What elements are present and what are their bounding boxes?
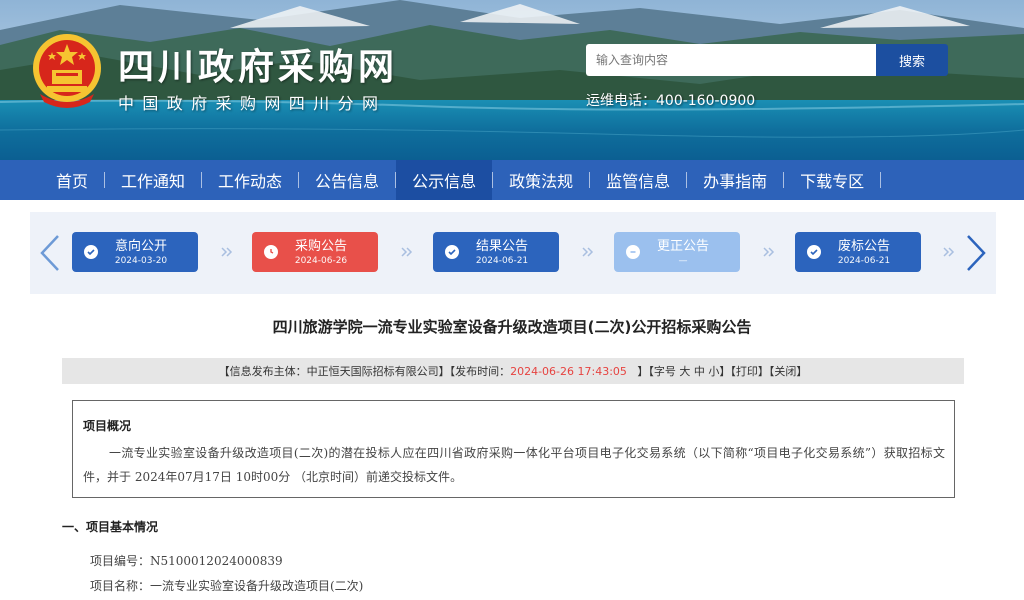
double-chevron-icon: [221, 247, 233, 257]
nav-label: 工作通知: [121, 172, 186, 191]
clock-icon: [264, 245, 278, 259]
step-label: 废标公告: [837, 238, 890, 254]
step-correction-notice[interactable]: 更正公告 —: [614, 232, 740, 272]
step-date: 2024-06-21: [837, 255, 891, 266]
step-date: —: [678, 255, 688, 266]
check-circle-icon: [807, 245, 821, 259]
nav-label: 首页: [56, 172, 89, 191]
step-date: 2024-06-26: [294, 255, 348, 266]
double-chevron-icon: [943, 247, 955, 257]
overview-body: 一流专业实验室设备升级改造项目(二次)的潜在投标人应在四川省政府采购一体化平台项…: [83, 446, 945, 484]
nav-item-announcements[interactable]: 公告信息: [299, 160, 395, 200]
double-chevron-icon: [401, 247, 413, 257]
nav-label: 公告信息: [315, 172, 380, 191]
nav-label: 政策法规: [509, 172, 574, 191]
step-label: 采购公告: [294, 238, 347, 254]
site-title: 四川政府采购网: [118, 47, 399, 88]
nav-item-supervision[interactable]: 监管信息: [590, 160, 686, 200]
step-date: 2024-06-21: [475, 255, 529, 266]
nav-label: 工作动态: [218, 172, 283, 191]
double-chevron-icon: [763, 247, 775, 257]
publisher-info: 【信息发布主体：中正恒天国际招标有限公司】【发布时间：: [218, 365, 511, 378]
overview-heading: 项目概况: [83, 419, 132, 433]
nav-label: 下载专区: [800, 172, 865, 191]
project-overview-box: 项目概况 一流专业实验室设备升级改造项目(二次)的潜在投标人应在四川省政府采购一…: [72, 400, 955, 498]
process-steps: 意向公开 2024-03-20 采购公告 2024-06-26 结果公告 202…: [30, 212, 996, 294]
nav-divider: [880, 172, 882, 188]
chevron-left-icon[interactable]: [38, 234, 62, 272]
chevron-right-icon[interactable]: [964, 234, 988, 272]
main-nav: 首页 工作通知 工作动态 公告信息 公示信息 政策法规 监管信息 办事指南 下载…: [0, 160, 1024, 200]
hotline-text: 运维电话：400-160-0900: [586, 93, 756, 109]
step-cancellation-notice[interactable]: 废标公告 2024-06-21: [795, 232, 921, 272]
step-label: 意向公开: [114, 238, 167, 254]
step-label: 更正公告: [656, 238, 709, 254]
step-result-notice[interactable]: 结果公告 2024-06-21: [433, 232, 559, 272]
check-circle-icon: [445, 245, 459, 259]
article-title: 四川旅游学院一流专业实验室设备升级改造项目(二次)公开招标采购公告: [272, 318, 752, 336]
nav-item-work-notice[interactable]: 工作通知: [105, 160, 201, 200]
section-heading: 一、项目基本情况: [62, 520, 159, 534]
nav-item-guide[interactable]: 办事指南: [687, 160, 783, 200]
double-chevron-icon: [582, 247, 594, 257]
site-subtitle: 中国政府采购网四川分网: [118, 94, 387, 113]
nav-label: 办事指南: [703, 172, 768, 191]
search-input[interactable]: [586, 44, 876, 76]
minus-circle-icon: [626, 245, 640, 259]
nav-item-policies[interactable]: 政策法规: [493, 160, 589, 200]
check-circle-icon: [84, 245, 98, 259]
nav-item-home[interactable]: 首页: [40, 160, 104, 200]
nav-label: 公示信息: [412, 172, 477, 191]
article-tools[interactable]: 】【字号 大 中 小】【打印】【关闭】: [627, 363, 807, 379]
project-name: 项目名称：一流专业实验室设备升级改造项目(二次): [90, 579, 364, 593]
header-banner: 四川政府采购网 中国政府采购网四川分网 搜索 运维电话：400-160-0900: [0, 0, 1024, 160]
nav-label: 监管信息: [606, 172, 671, 191]
national-emblem-icon: [33, 34, 101, 108]
step-procurement-notice[interactable]: 采购公告 2024-06-26: [252, 232, 378, 272]
nav-item-publicity[interactable]: 公示信息: [396, 160, 493, 200]
step-label: 结果公告: [475, 238, 528, 254]
nav-item-downloads[interactable]: 下载专区: [784, 160, 880, 200]
nav-item-work-news[interactable]: 工作动态: [202, 160, 298, 200]
article-info-bar: 【信息发布主体：中正恒天国际招标有限公司】【发布时间： 2024-06-26 17…: [62, 358, 964, 384]
step-date: 2024-03-20: [114, 255, 168, 266]
step-intent-public[interactable]: 意向公开 2024-03-20: [72, 232, 198, 272]
search-button[interactable]: 搜索: [876, 44, 948, 76]
publish-time: 2024-06-26 17:43:05: [510, 364, 627, 378]
project-number: 项目编号：N5100012024000839: [90, 554, 283, 568]
